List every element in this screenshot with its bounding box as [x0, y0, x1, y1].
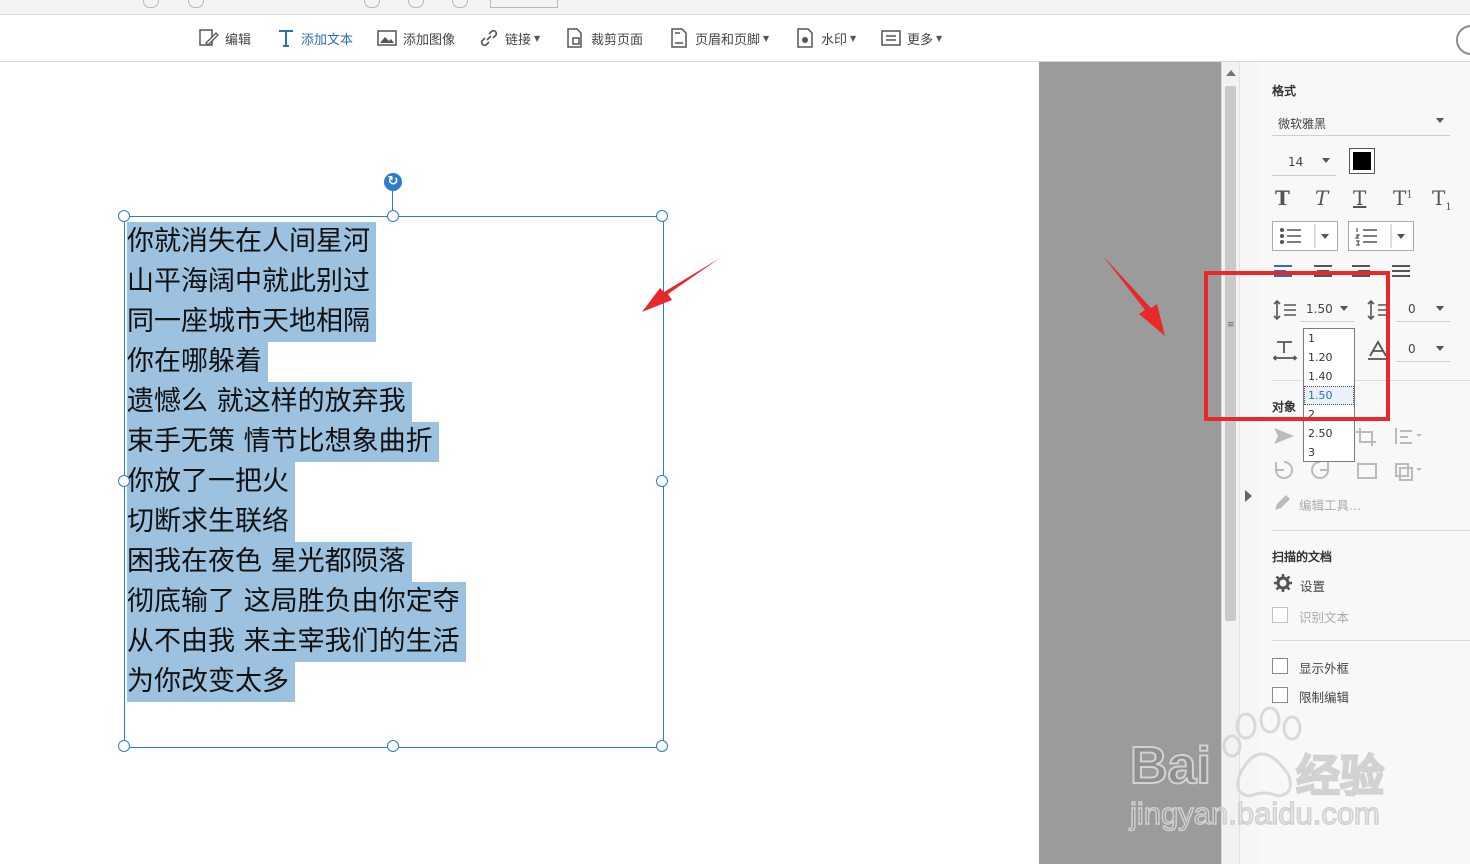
rotate-handle-icon[interactable]: ↻: [384, 173, 402, 191]
chevron-down-icon: [1436, 306, 1444, 311]
crop-page-icon: [567, 28, 582, 48]
header-footer-button[interactable]: 页眉和页脚 ▼: [668, 26, 769, 50]
dropdown-option[interactable]: 2.50: [1304, 424, 1354, 443]
divider: [1272, 640, 1470, 641]
pencil-icon: [1275, 495, 1290, 510]
resize-handle[interactable]: [656, 475, 668, 487]
edit-toolbar: 编辑 添加文本 添加图像 链接 ▼ 裁剪页面 页眉和页脚 ▼ 水印 ▼ 更多 ▼: [0, 15, 1470, 62]
resize-handle[interactable]: [656, 740, 668, 752]
chevron-down-icon: ▼: [534, 33, 541, 43]
chevron-down-icon: [1436, 346, 1444, 351]
bold-icon[interactable]: T: [1275, 186, 1290, 210]
watermark-icon: [797, 28, 813, 48]
chevron-down-icon: ▼: [850, 33, 857, 43]
resize-handle[interactable]: [118, 475, 130, 487]
resize-handle[interactable]: [387, 210, 399, 222]
divider: [1272, 530, 1470, 531]
object-tools-row1[interactable]: [1272, 424, 1452, 448]
chevron-down-icon: [1436, 118, 1444, 123]
add-text-button[interactable]: 添加文本: [276, 26, 353, 50]
ghost-icon: [143, 0, 159, 8]
ghost-field: [490, 0, 558, 8]
numbered-list-icon: [1354, 224, 1405, 248]
chevron-down-icon: ▼: [936, 33, 943, 43]
add-image-button[interactable]: 添加图像: [376, 26, 455, 50]
show-frame-label: 显示外框: [1299, 661, 1350, 676]
watermark-button[interactable]: 水印 ▼: [794, 26, 856, 50]
link-button[interactable]: 链接 ▼: [478, 26, 540, 50]
recognize-text-checkbox[interactable]: [1272, 607, 1288, 623]
resize-handle[interactable]: [118, 210, 130, 222]
upper-toolbar-strip: [0, 0, 1470, 15]
gear-icon: [1274, 574, 1292, 592]
resize-handle[interactable]: [656, 210, 668, 222]
format-title: 格式: [1272, 84, 1297, 98]
edit-icon: [199, 29, 219, 46]
ghost-icon: [364, 0, 380, 8]
resize-handle[interactable]: [387, 740, 399, 752]
text-color-swatch[interactable]: [1349, 148, 1375, 174]
ghost-icon: [188, 0, 204, 8]
chevron-right-icon: [1245, 490, 1252, 502]
ghost-icon: [408, 0, 424, 8]
vertical-scrollbar[interactable]: ≡: [1221, 62, 1240, 864]
image-icon: [377, 30, 397, 46]
edit-tools-link[interactable]: 编辑工具...: [1299, 495, 1361, 514]
italic-icon[interactable]: T: [1315, 186, 1328, 210]
settings-link[interactable]: 设置: [1300, 576, 1325, 595]
underline-icon[interactable]: T: [1353, 186, 1366, 210]
bullet-list-icon: [1280, 224, 1329, 248]
page-background: [1039, 62, 1221, 864]
dropdown-option[interactable]: 3: [1304, 443, 1354, 462]
char-spacing-select[interactable]: 0: [1396, 341, 1450, 362]
scanned-doc-title: 扫描的文档: [1272, 550, 1333, 564]
subscript-icon[interactable]: T1: [1432, 186, 1452, 213]
chevron-down-icon: [1322, 158, 1330, 163]
ghost-icon: [452, 0, 468, 8]
link-icon: [480, 29, 498, 47]
more-button[interactable]: 更多 ▼: [880, 26, 942, 50]
resize-handle[interactable]: [118, 740, 130, 752]
font-size-select[interactable]: 14: [1272, 153, 1336, 176]
text-icon: [279, 30, 293, 47]
scroll-up-icon[interactable]: [1226, 70, 1236, 76]
paragraph-spacing-select[interactable]: 0: [1396, 301, 1450, 322]
crop-page-button[interactable]: 裁剪页面: [564, 26, 643, 50]
highlight-box: [1204, 271, 1390, 421]
bullet-list-button[interactable]: [1272, 221, 1338, 251]
restrict-edit-label: 限制编辑: [1299, 690, 1350, 705]
show-frame-checkbox[interactable]: [1272, 658, 1288, 674]
annotation-arrow-icon: [642, 258, 720, 312]
panel-collapse-button[interactable]: [1239, 62, 1260, 864]
font-family-select[interactable]: 微软雅黑: [1272, 113, 1450, 136]
header-footer-icon: [671, 28, 687, 48]
annotation-arrow-icon: [1103, 256, 1165, 336]
chevron-down-icon: ▼: [763, 33, 770, 43]
more-icon: [881, 30, 901, 46]
superscript-icon[interactable]: T1: [1393, 186, 1413, 210]
color-fill: [1353, 152, 1371, 170]
object-tools-row2[interactable]: [1272, 458, 1452, 482]
restrict-edit-checkbox[interactable]: [1272, 687, 1288, 703]
edit-button[interactable]: 编辑: [198, 26, 251, 50]
text-frame[interactable]: [124, 216, 664, 748]
numbered-list-button[interactable]: [1348, 221, 1414, 251]
recognize-text-label: 识别文本: [1299, 610, 1350, 625]
close-edit-button[interactable]: [1456, 25, 1470, 55]
